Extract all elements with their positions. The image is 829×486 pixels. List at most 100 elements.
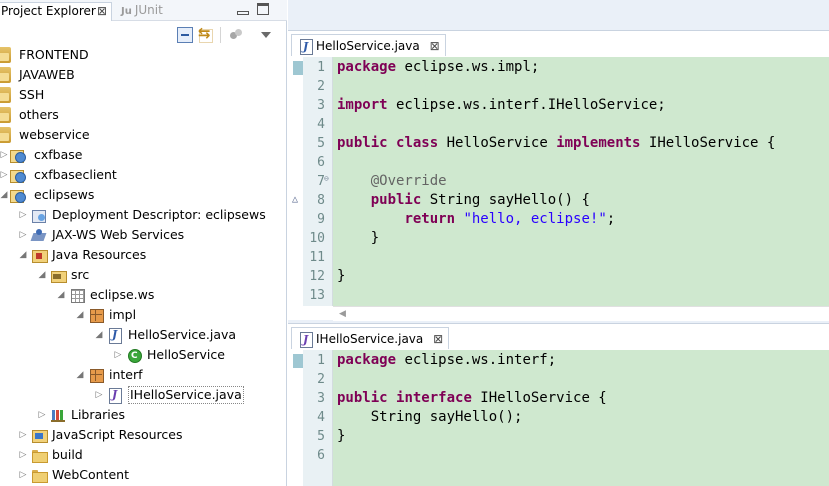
code-editor[interactable]: package eclipse.ws.impl; import eclipse.w… xyxy=(288,57,829,306)
tree-item[interactable]: ◢ eclipse.ws xyxy=(0,285,287,305)
tree-item[interactable]: ▷ WebContent xyxy=(0,465,287,485)
tree-item-label: JAVAWEB xyxy=(19,67,75,82)
project-icon xyxy=(0,47,11,63)
expanded-arrow-icon[interactable]: ◢ xyxy=(75,365,85,385)
line-number: 1 xyxy=(317,60,325,75)
tree-item[interactable]: ◢ interf xyxy=(0,365,287,385)
expanded-arrow-icon[interactable]: ◢ xyxy=(0,185,9,205)
tree-item[interactable]: SSH xyxy=(0,85,287,105)
toolbar-separator xyxy=(220,27,221,43)
code-line: public class HelloService implements IHe… xyxy=(337,134,775,153)
code-keyword: implements xyxy=(556,135,641,151)
code-keyword: import xyxy=(337,97,388,113)
code-keyword: return xyxy=(404,211,456,227)
tree-item[interactable]: JAVAWEB xyxy=(0,65,287,85)
code-line: } xyxy=(337,267,345,286)
tab-project-explorer[interactable]: Project Explorer ⊠ xyxy=(0,2,112,21)
close-icon[interactable]: ⊠ xyxy=(430,39,440,53)
fold-toggle-icon[interactable]: ⊖ xyxy=(324,174,329,183)
line-number: 11 xyxy=(309,250,325,265)
horizontal-scrollbar[interactable]: ◀ xyxy=(333,306,829,321)
tree-item[interactable]: ◢ eclipsews xyxy=(0,185,287,205)
tab-ihello-service-java[interactable]: IHelloService.java ⊠ xyxy=(291,327,450,351)
tree-item[interactable]: ▷ cxfbaseclient xyxy=(0,165,287,185)
tree-item[interactable]: ▷ JavaScript Resources xyxy=(0,425,287,445)
tree-item[interactable]: others xyxy=(0,105,287,125)
collapsed-arrow-icon[interactable]: ▷ xyxy=(18,465,28,485)
project-icon xyxy=(0,67,11,83)
collapsed-arrow-icon[interactable]: ▷ xyxy=(18,225,28,245)
tree-item[interactable]: ◢ HelloService.java xyxy=(0,325,287,345)
close-icon[interactable]: ⊠ xyxy=(97,3,107,20)
tree-item[interactable]: FRONTEND xyxy=(0,45,287,65)
override-marker-icon[interactable]: △ xyxy=(292,194,298,205)
collapsed-arrow-icon[interactable]: ▷ xyxy=(18,425,28,445)
code-text: eclipse.ws.interf.IHelloService; xyxy=(387,97,666,113)
tree-item-label: Java Resources xyxy=(52,247,147,262)
view-menu-chevron-down-icon[interactable] xyxy=(259,27,275,43)
scroll-left-icon[interactable]: ◀ xyxy=(339,309,346,319)
tree-item[interactable]: webservice xyxy=(0,125,287,145)
code-text: } xyxy=(337,428,346,444)
line-number: 7 xyxy=(317,174,325,189)
code-text: IHelloService { xyxy=(640,135,776,151)
tree-item[interactable]: ▷ Deployment Descriptor: eclipsews xyxy=(0,205,287,225)
view-tab-bar: Project Explorer ⊠ Ju JUnit xyxy=(0,0,287,21)
editor-tab-label: HelloService.java xyxy=(316,39,420,53)
view-toolbar xyxy=(0,22,287,46)
code-editor[interactable]: package eclipse.ws.interf; public interfa… xyxy=(288,350,829,486)
tab-hello-service-java[interactable]: HelloService.java ⊠ xyxy=(291,34,446,58)
tab-junit[interactable]: Ju JUnit xyxy=(121,2,181,21)
tree-item[interactable]: ▷ HelloService xyxy=(0,345,287,366)
tree-item[interactable]: ◢ src xyxy=(0,265,287,285)
tree-item-label: eclipse.ws xyxy=(90,287,155,302)
collapsed-arrow-icon[interactable]: ▷ xyxy=(18,445,28,465)
close-icon[interactable]: ⊠ xyxy=(433,332,443,346)
tree-item[interactable]: ◢ impl xyxy=(0,305,287,325)
project-icon xyxy=(0,127,11,143)
minimize-button[interactable] xyxy=(236,3,249,15)
folder-icon xyxy=(31,467,48,483)
line-number: 6 xyxy=(317,155,325,170)
tree-item[interactable]: ▷ Libraries xyxy=(0,405,287,425)
expanded-arrow-icon[interactable]: ◢ xyxy=(18,245,28,265)
collapsed-arrow-icon[interactable]: ▷ xyxy=(113,345,123,365)
tree-item-label: HelloService xyxy=(147,347,225,362)
line-number: 1 xyxy=(317,353,325,368)
code-line: package eclipse.ws.interf; xyxy=(337,351,556,370)
tree-item-label: src xyxy=(71,267,90,282)
line-number: 8 xyxy=(317,193,325,208)
expanded-arrow-icon[interactable]: ◢ xyxy=(75,305,85,325)
tree-item[interactable]: ▷ IHelloService.java xyxy=(0,385,287,405)
filters-button[interactable] xyxy=(229,27,245,43)
expanded-arrow-icon[interactable]: ◢ xyxy=(37,265,47,285)
code-text: eclipse.ws.impl; xyxy=(396,59,540,75)
collapsed-arrow-icon[interactable]: ▷ xyxy=(37,405,47,425)
maximize-button[interactable] xyxy=(257,3,269,15)
tree-item-label: Libraries xyxy=(71,407,125,422)
editor-area: HelloService.java ⊠ package eclipse.ws.i… xyxy=(288,0,829,486)
tree-item[interactable]: ▷ build xyxy=(0,445,287,465)
code-line: @Override xyxy=(337,172,447,191)
expanded-arrow-icon[interactable]: ◢ xyxy=(94,325,104,345)
code-line: import eclipse.ws.interf.IHelloService; xyxy=(337,96,666,115)
tree-item[interactable]: ▷ cxfbase xyxy=(0,145,287,165)
tree-item[interactable]: ▷ JAX-WS Web Services xyxy=(0,225,287,245)
line-number: 9 xyxy=(317,212,325,227)
tree-item-label: build xyxy=(52,447,83,462)
overview-ruler xyxy=(288,57,304,306)
tree-item-label: impl xyxy=(109,307,137,322)
expanded-arrow-icon[interactable]: ◢ xyxy=(56,285,66,305)
overview-ruler xyxy=(288,350,304,486)
collapse-all-button[interactable] xyxy=(177,27,193,43)
collapsed-arrow-icon[interactable]: ▷ xyxy=(0,165,9,185)
collapsed-arrow-icon[interactable]: ▷ xyxy=(94,385,104,405)
code-line: public interface IHelloService { xyxy=(337,389,607,408)
link-with-editor-button[interactable] xyxy=(198,24,214,43)
tree-item[interactable]: ◢ Java Resources xyxy=(0,245,287,265)
line-number: 10 xyxy=(309,231,325,246)
collapsed-arrow-icon[interactable]: ▷ xyxy=(18,205,28,225)
collapsed-arrow-icon[interactable]: ▷ xyxy=(0,145,9,165)
